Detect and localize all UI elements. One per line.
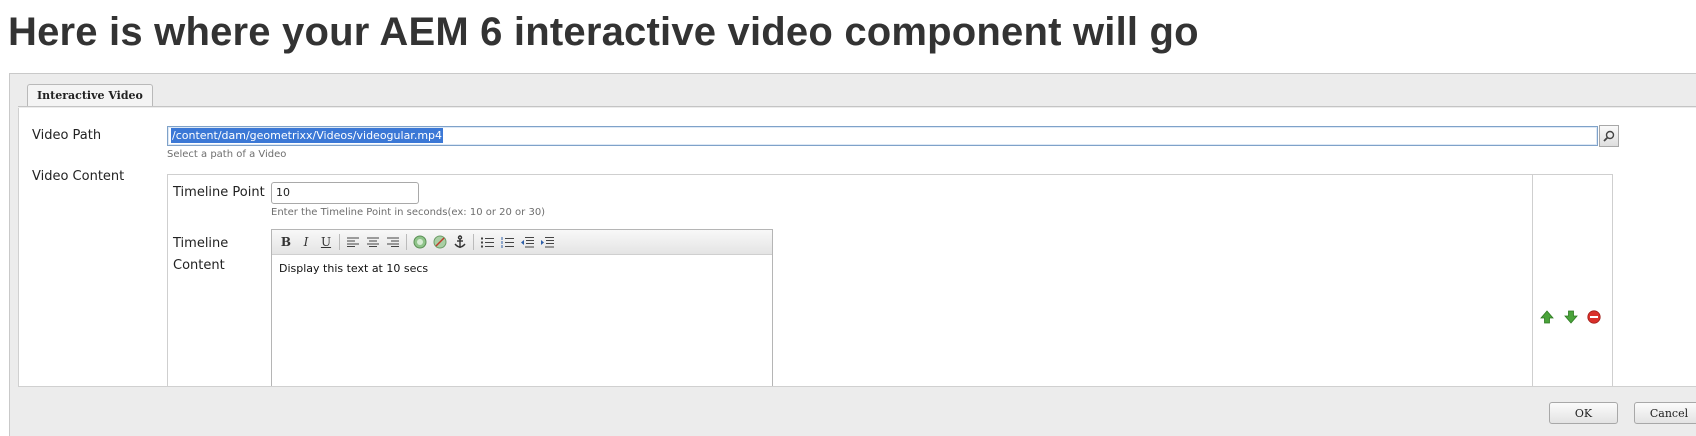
align-left-button[interactable] <box>343 232 363 252</box>
timeline-content-text[interactable]: Display this text at 10 secs <box>272 255 772 282</box>
video-path-input[interactable]: /content/dam/geometrixx/Videos/videogula… <box>167 126 1598 146</box>
anchor-icon <box>454 235 466 248</box>
video-path-value: /content/dam/geometrixx/Videos/videogula… <box>171 128 444 143</box>
move-up-button[interactable] <box>1539 309 1555 325</box>
video-path-label: Video Path <box>32 128 102 143</box>
move-down-button[interactable] <box>1563 309 1579 325</box>
arrow-down-icon <box>1564 310 1578 324</box>
ok-button[interactable]: OK <box>1549 402 1618 424</box>
underline-button[interactable]: U <box>316 232 336 252</box>
search-icon <box>1603 130 1615 142</box>
tab-interactive-video[interactable]: Interactive Video <box>27 84 153 106</box>
tab-strip: Interactive Video <box>18 74 1696 107</box>
timeline-content-label: Timeline Content <box>173 233 228 277</box>
timeline-content-label-line2: Content <box>173 258 225 273</box>
align-center-icon <box>367 237 379 247</box>
page-heading: Here is where your AEM 6 interactive vid… <box>8 10 1199 54</box>
arrow-up-icon <box>1540 310 1554 324</box>
insert-link-button[interactable] <box>410 232 430 252</box>
remove-item-button[interactable] <box>1586 309 1602 325</box>
video-path-hint: Select a path of a Video <box>167 149 287 160</box>
timeline-point-input[interactable]: 10 <box>271 182 419 204</box>
numbered-list-button[interactable] <box>497 232 517 252</box>
timeline-point-hint: Enter the Timeline Point in seconds(ex: … <box>271 207 546 218</box>
cancel-button[interactable]: Cancel <box>1634 402 1696 424</box>
remove-icon <box>1587 310 1601 324</box>
anchor-button[interactable] <box>450 232 470 252</box>
video-content-multifield: Timeline Point 10 Enter the Timeline Poi… <box>167 174 1613 386</box>
align-center-button[interactable] <box>363 232 383 252</box>
multifield-actions <box>1532 175 1612 386</box>
indent-button[interactable] <box>537 232 557 252</box>
align-right-icon <box>387 237 399 247</box>
unlink-button[interactable] <box>430 232 450 252</box>
toolbar-separator <box>473 234 474 250</box>
timeline-content-label-line1: Timeline <box>173 236 229 251</box>
toolbar-separator <box>339 234 340 250</box>
bullet-list-button[interactable] <box>477 232 497 252</box>
unlink-icon <box>433 235 447 249</box>
numbered-list-icon <box>501 236 514 248</box>
path-browse-button[interactable] <box>1599 125 1619 147</box>
toolbar-separator <box>406 234 407 250</box>
dialog-panel: Video Path /content/dam/geometrixx/Video… <box>18 108 1696 387</box>
timeline-content-editor: B I U Display this text at 10 secs <box>271 229 773 386</box>
video-content-label: Video Content <box>32 169 125 184</box>
bold-button[interactable]: B <box>276 232 296 252</box>
rte-toolbar: B I U <box>272 230 772 255</box>
italic-button[interactable]: I <box>296 232 316 252</box>
bullet-list-icon <box>480 237 494 247</box>
timeline-point-label: Timeline Point <box>173 185 265 200</box>
align-right-button[interactable] <box>383 232 403 252</box>
indent-icon <box>540 236 554 247</box>
outdent-icon <box>520 236 534 247</box>
link-icon <box>413 235 427 249</box>
align-left-icon <box>347 237 359 247</box>
edit-dialog: Interactive Video Video Path /content/da… <box>9 73 1696 436</box>
outdent-button[interactable] <box>517 232 537 252</box>
